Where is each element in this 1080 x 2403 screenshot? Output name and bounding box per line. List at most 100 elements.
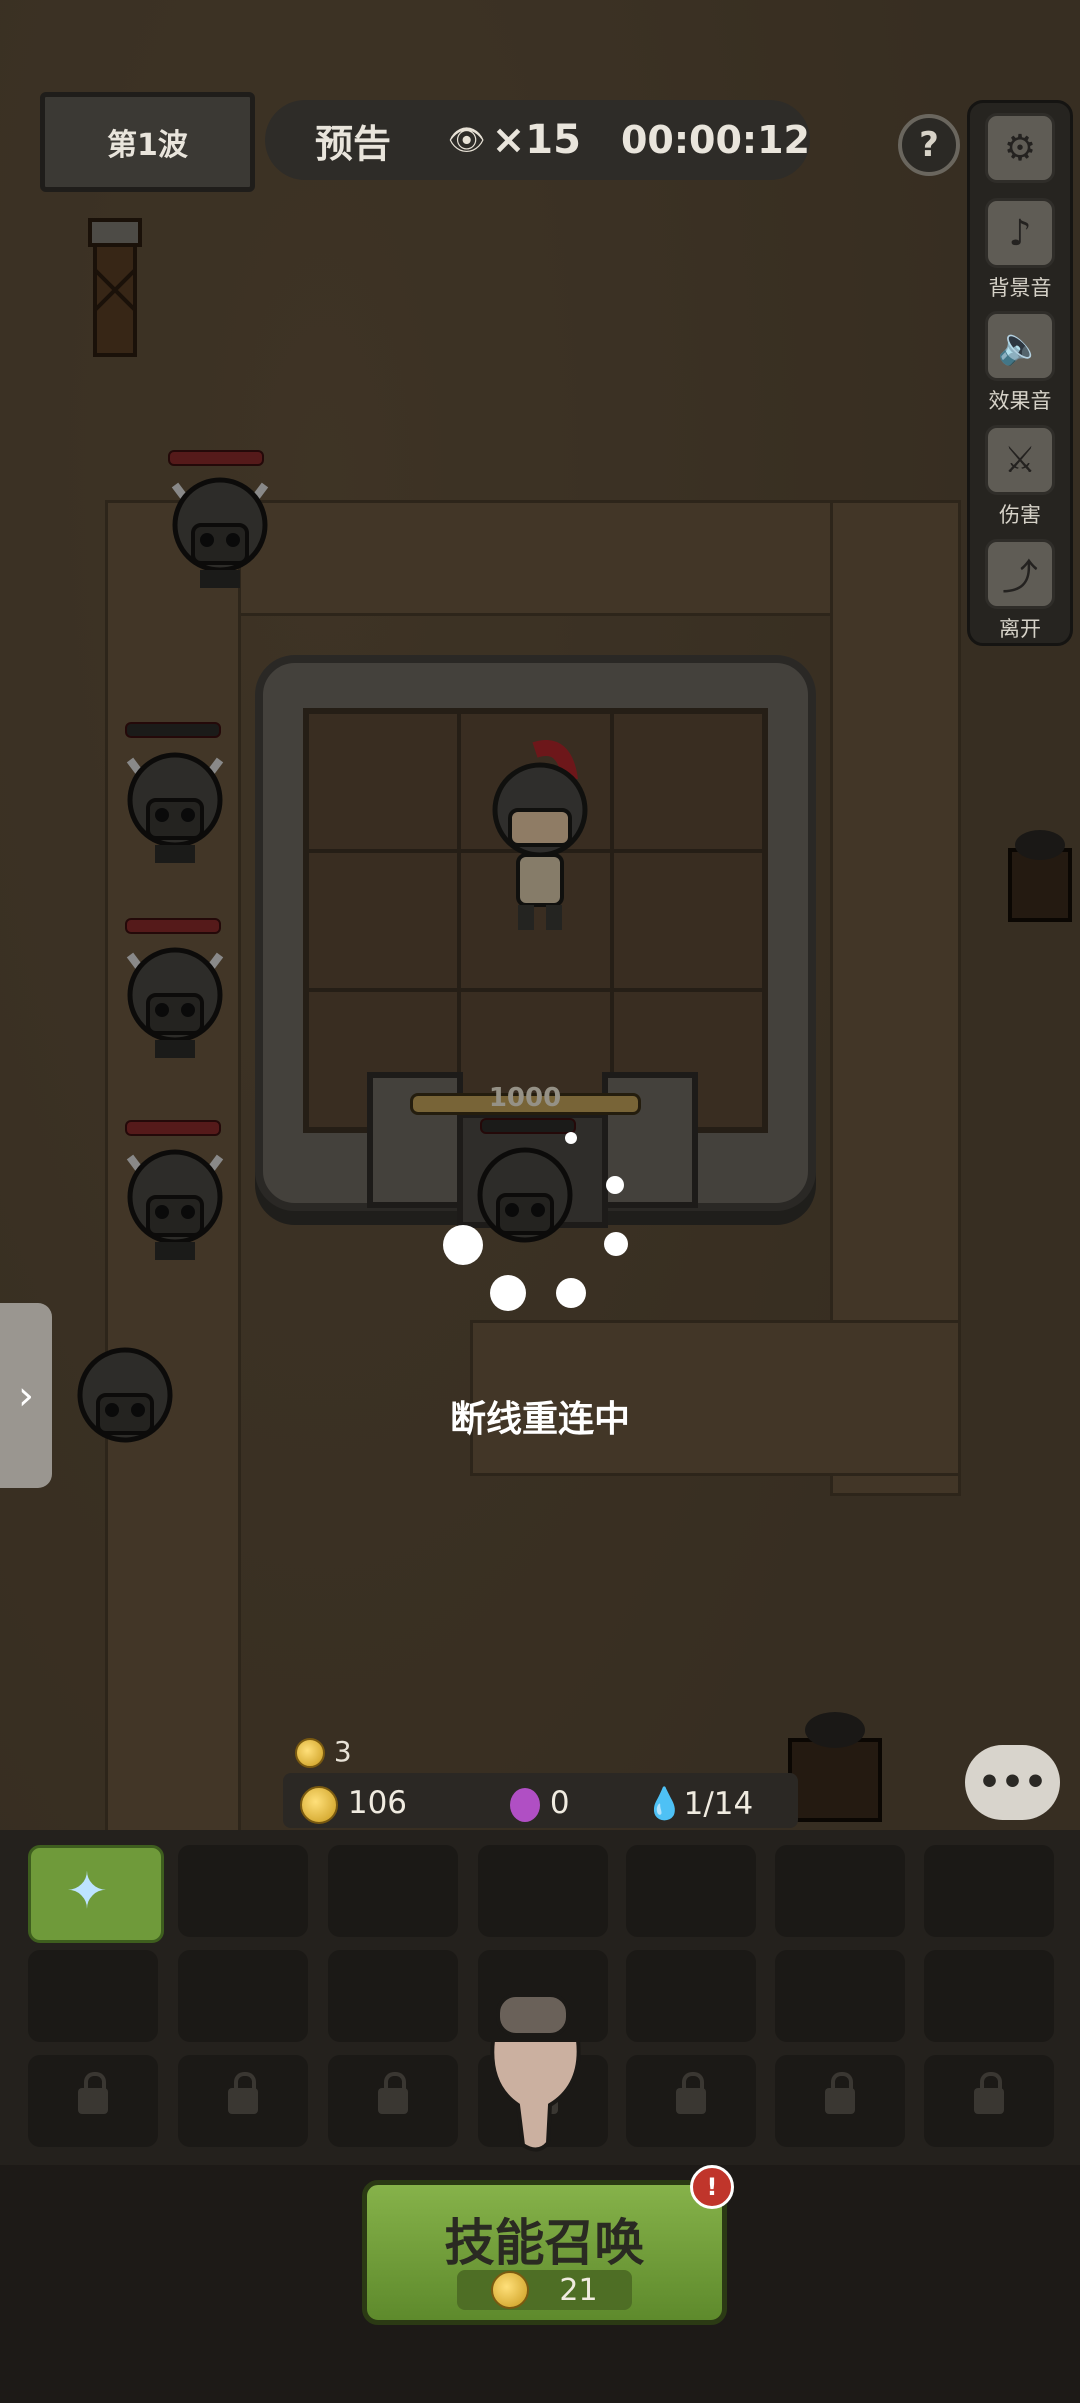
summon-cost: 21 [457, 2270, 632, 2310]
gem-counter: 0 [510, 1785, 570, 1822]
gear-icon: ⚙ [985, 113, 1055, 183]
unit-slot[interactable] [775, 1845, 905, 1937]
spinner-dot [490, 1275, 526, 1311]
skull-helmet-enemy[interactable] [120, 1142, 230, 1262]
enemy-hp-bar [480, 1118, 576, 1134]
game-screen: 1000 第1波 预告 👁 ×15 00:00:12 ? ⚙ ♪ 背景音 🔈 效… [0, 0, 1080, 2403]
wave-timer: 00:00:12 [620, 118, 810, 162]
blue-flame-icon: 💧 [645, 1786, 684, 1822]
skull-helmet-enemy[interactable] [470, 1140, 580, 1260]
reconnect-status: 断线重连中 [449, 1399, 630, 1440]
forecast-count: ×15 [491, 117, 581, 163]
tutorial-hand-pointer [490, 1993, 581, 2152]
lock-icon [676, 2072, 706, 2114]
skill-slot-active[interactable]: ✦ [28, 1845, 164, 1943]
alert-badge: ! [690, 2165, 734, 2209]
grid-cell[interactable] [307, 712, 460, 851]
spinner-dot [556, 1278, 586, 1308]
unit-slot[interactable] [478, 1845, 608, 1937]
gold-coin-icon [491, 2271, 530, 2309]
summon-cost-value: 21 [559, 2272, 598, 2308]
coin-stack: 3 [295, 1735, 352, 1768]
locked-slot[interactable] [775, 2055, 905, 2147]
unit-slot[interactable] [328, 1845, 458, 1937]
skull-helmet-enemy[interactable] [70, 1340, 180, 1460]
unit-slot[interactable] [328, 1950, 458, 2042]
grid-cell[interactable] [611, 712, 764, 851]
bgm-label: 背景音 [988, 276, 1052, 300]
gold-counter: 106 [300, 1785, 407, 1824]
skull-helmet-enemy[interactable] [120, 940, 230, 1060]
skull-helmet-enemy[interactable] [165, 470, 275, 590]
unit-slot[interactable] [924, 1950, 1054, 2042]
unit-value: 1/14 [683, 1786, 754, 1822]
side-menu: ⚙ ♪ 背景音 🔈 效果音 ⚔ 伤害 ⤴ 离开 [967, 100, 1073, 646]
lightning-star-icon: ✦ [66, 1862, 108, 1920]
unit-slot[interactable] [28, 1950, 158, 2042]
lock-icon [974, 2072, 1004, 2114]
bgm-toggle[interactable]: ♪ 背景音 [976, 198, 1064, 302]
sfx-label: 效果音 [988, 389, 1052, 413]
leave-button[interactable]: ⤴ 离开 [976, 539, 1064, 643]
settings-button[interactable]: ⚙ [976, 113, 1064, 183]
speaker-icon: 🔈 [985, 311, 1055, 381]
sfx-toggle[interactable]: 🔈 效果音 [976, 311, 1064, 415]
help-button[interactable]: ? [898, 114, 960, 176]
lock-icon [825, 2072, 855, 2114]
damage-label: 伤害 [999, 503, 1041, 527]
chat-button[interactable]: ••• [965, 1745, 1060, 1820]
gold-coin-icon [300, 1785, 338, 1824]
unit-slot[interactable] [626, 1845, 756, 1937]
expand-drawer-button[interactable]: › [0, 1303, 52, 1488]
castle-hp-value: 1000 [488, 1083, 562, 1113]
enemy-hp-bar [168, 450, 264, 466]
forecast-label: 预告 [315, 121, 392, 166]
wave-banner: 第1波 [40, 92, 255, 192]
music-note-icon: ♪ [985, 198, 1055, 268]
enemy-hp-bar [125, 722, 221, 738]
locked-slot[interactable] [626, 2055, 756, 2147]
skill-summon-button[interactable]: 技能召唤 21 [362, 2180, 727, 2325]
help-icon: ? [919, 125, 939, 165]
wave-label: 第1波 [107, 128, 188, 163]
crossed-swords-icon: ⚔ [985, 425, 1055, 495]
skull-helmet-enemy[interactable] [120, 745, 230, 865]
unit-counter: 💧1/14 [645, 1785, 753, 1822]
gold-value: 106 [347, 1785, 408, 1821]
spinner-dot [604, 1232, 628, 1256]
forge-decoration [1008, 830, 1072, 922]
summon-label: 技能召唤 [444, 2214, 645, 2272]
chat-bubble-icon: ••• [977, 1762, 1048, 1803]
locked-slot[interactable] [328, 2055, 458, 2147]
locked-slot[interactable] [924, 2055, 1054, 2147]
watchtower-decoration [88, 218, 142, 357]
leave-label: 离开 [999, 617, 1041, 641]
enemy-hp-bar [125, 1120, 221, 1136]
purple-gem-icon [510, 1787, 540, 1822]
damage-toggle[interactable]: ⚔ 伤害 [976, 425, 1064, 529]
exit-icon: ⤴ [985, 539, 1055, 609]
spinner-dot [565, 1132, 577, 1144]
unit-slot[interactable] [178, 1950, 308, 2042]
hero-knight[interactable] [480, 740, 600, 940]
coin-stack-icon [295, 1738, 325, 1768]
unit-slot[interactable] [626, 1950, 756, 2042]
unit-slot[interactable] [178, 1845, 308, 1937]
grid-cell[interactable] [307, 851, 460, 990]
lock-icon [378, 2072, 408, 2114]
lock-icon [78, 2072, 108, 2114]
unit-slot[interactable] [924, 1845, 1054, 1937]
spinner-dot [443, 1225, 483, 1265]
coin-stack-count: 3 [333, 1735, 352, 1768]
locked-slot[interactable] [28, 2055, 158, 2147]
enemy-hp-bar [125, 918, 221, 934]
gem-value: 0 [549, 1785, 570, 1821]
spinner-dot [606, 1176, 624, 1194]
grid-cell[interactable] [611, 851, 764, 990]
eye-icon: 👁 [447, 122, 486, 158]
lock-icon [228, 2072, 258, 2114]
locked-slot[interactable] [178, 2055, 308, 2147]
wave-forecast-bar: 预告 👁 ×15 00:00:12 [265, 100, 810, 180]
chevron-right-icon: › [18, 1372, 34, 1419]
unit-slot[interactable] [775, 1950, 905, 2042]
